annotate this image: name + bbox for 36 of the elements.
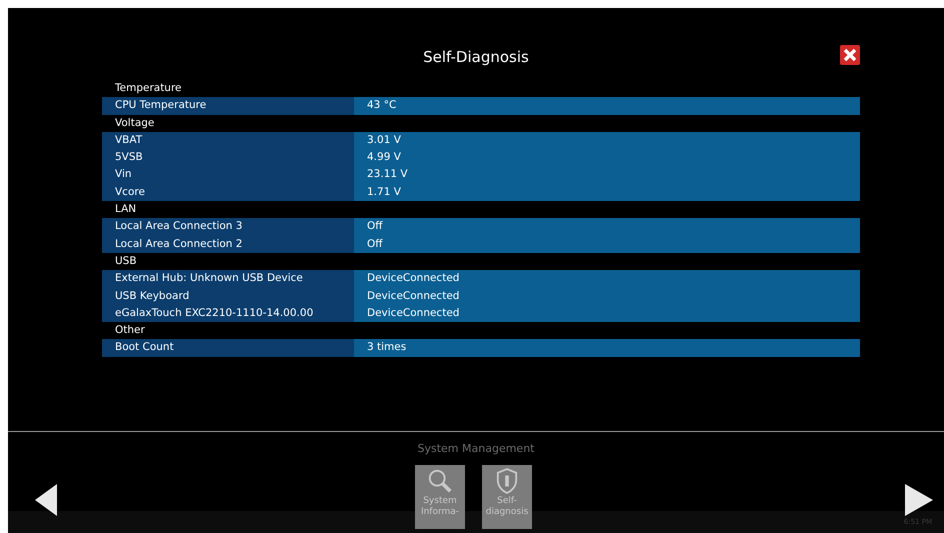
group-heading: Temperature: [115, 81, 182, 96]
previous-arrow-icon[interactable]: [35, 484, 57, 516]
group-heading: Voltage: [115, 116, 154, 131]
row-value: DeviceConnected: [354, 270, 860, 288]
row-label: Boot Count: [102, 339, 354, 357]
app-tile[interactable]: Self-diagnosis: [482, 465, 532, 529]
row-label: 5VSB: [102, 149, 354, 166]
next-arrow-icon[interactable]: [905, 484, 933, 516]
section-title: System Management: [418, 442, 534, 455]
app-tile[interactable]: System Informa-: [415, 465, 465, 529]
row-label: Vcore: [102, 184, 354, 202]
row-label: Local Area Connection 2: [102, 236, 354, 253]
row-value: Off: [354, 218, 860, 236]
row-label: External Hub: Unknown USB Device: [102, 270, 354, 288]
group-heading: Other: [115, 323, 145, 338]
dialog-title: Self-Diagnosis: [423, 48, 529, 66]
row-value: 3.01 V: [354, 132, 860, 150]
row-value: 43 °C: [354, 97, 860, 115]
row-label: VBAT: [102, 132, 354, 150]
row-label: Vin: [102, 166, 354, 184]
row-value: DeviceConnected: [354, 288, 860, 305]
magnifier-icon: [427, 468, 453, 494]
close-icon[interactable]: [840, 45, 860, 65]
group-heading: LAN: [115, 202, 136, 218]
row-value: 1.71 V: [354, 184, 860, 202]
row-value: DeviceConnected: [354, 304, 860, 322]
row-label: USB Keyboard: [102, 288, 354, 305]
shield-icon: [496, 468, 518, 494]
row-value: 3 times: [354, 339, 860, 357]
row-label: eGalaxTouch EXC2210-1110-14.00.00: [102, 304, 354, 322]
row-label: Local Area Connection 3: [102, 218, 354, 236]
group-heading: USB: [115, 254, 137, 269]
row-value: Off: [354, 236, 860, 253]
row-value: 4.99 V: [354, 149, 860, 166]
row-value: 23.11 V: [354, 166, 860, 184]
row-label: CPU Temperature: [102, 97, 354, 115]
